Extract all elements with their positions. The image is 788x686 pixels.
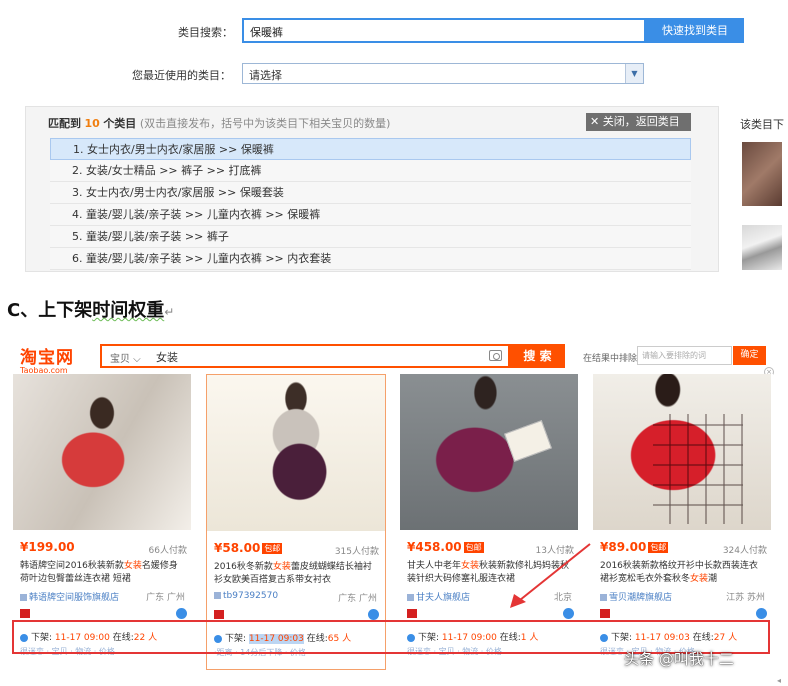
screenshot-root: 类目搜索： 保暖裤 快速找到类目 您最近使用的类目： 请选择 ▼ 匹配到 10 … (0, 0, 788, 686)
edge-mark: ◂ (777, 676, 782, 685)
arrow-line (519, 543, 591, 601)
watermark: 头条 @叫我十二 (624, 650, 734, 668)
annotation-arrow (510, 543, 591, 608)
